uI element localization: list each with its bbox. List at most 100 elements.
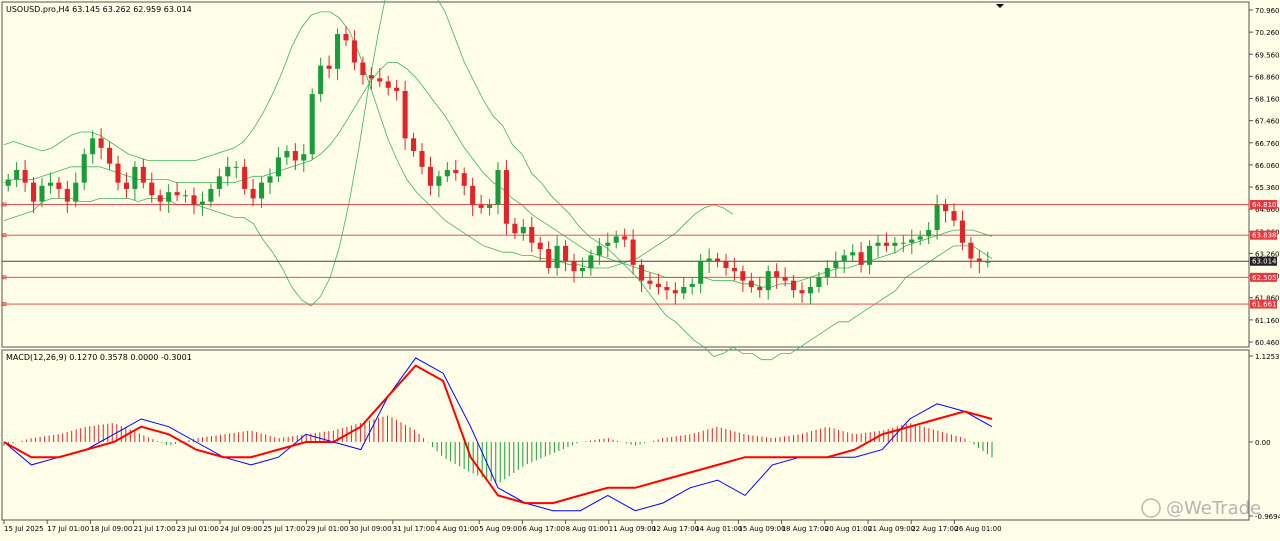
price-tick-label: 65.360 [1255,184,1280,192]
price-tick-label: 66.760 [1255,140,1280,148]
candle-body [157,195,163,202]
macd-y-axis: 1.12530.00-0.9694 [1249,353,1280,521]
time-tick-label: 20 Aug 01:00 [825,525,872,533]
price-tick-label: 61.160 [1255,317,1280,325]
candle-body [453,169,459,174]
candle-body [419,151,425,167]
candle-body [799,290,805,294]
candle-body [774,271,780,278]
candle-body [444,169,450,177]
time-x-axis: 15 Jul 2025 17 Jul 01:00 18 Jul 09:00 21 Ju… [3,520,1002,533]
watermark-text: @WeTrade [1166,498,1261,519]
candle-body [596,245,602,256]
time-tick-label: 11 Aug 09:00 [609,525,656,533]
candle-body [318,65,324,95]
bollinger-upper-band [3,11,734,269]
macd-indicator [3,357,993,512]
candle-body [47,182,53,186]
candle-body [351,40,357,63]
candle-body [867,245,873,265]
candle-body [56,182,62,189]
time-tick-label: 26 Aug 01:00 [954,525,1001,533]
candle-body [926,230,932,237]
horizontal-levels: 64.810 63.838 62.505 61.661 63.014 [2,199,1277,309]
candle-body [655,283,661,287]
candle-body [461,173,467,186]
candle-body [520,226,526,234]
candle-body [841,255,847,262]
candle-body [858,252,864,265]
candle-body [360,62,366,76]
candle-body [689,283,695,287]
price-tick-label: 66.060 [1255,162,1280,170]
candle-body [959,220,965,243]
candle-body [824,268,830,278]
candle-body [368,75,374,79]
candle-body [199,201,205,205]
candle-body [14,169,20,180]
candle-body [900,242,906,244]
candle-body [883,242,889,246]
candle-body [377,78,383,82]
macd-tick-label: 0.00 [1255,439,1271,447]
candle-body [225,166,231,177]
time-tick-label: 31 Jul 17:00 [393,525,435,533]
candle-body [216,176,222,189]
price-y-axis: 70.960 70.260 69.560 68.860 68.160 67.460 66.7… [1249,7,1280,347]
candle-body [292,151,298,161]
candle-body [579,268,585,272]
price-tick-label: 70.260 [1255,29,1280,37]
wetrade-logo-icon [1141,498,1161,518]
candle-body [605,242,611,246]
current-price-label: 63.014 [1252,258,1277,266]
candle-body [630,239,636,265]
candle-body [639,264,645,281]
candle-body [39,185,45,202]
time-tick-label: 21 Aug 09:00 [868,525,915,533]
time-tick-label: 12 Aug 17:00 [652,525,699,533]
candle-body [529,226,535,243]
candle-body [470,185,476,205]
time-tick-label: 18 Jul 09:00 [90,525,132,533]
price-tick-label: 69.560 [1255,51,1280,59]
candle-body [132,166,138,189]
candle-body [326,65,332,69]
time-tick-label: 5 Aug 09:00 [479,525,522,533]
candle-body [107,147,113,164]
candle-body [267,176,273,183]
candle-body [174,192,180,196]
time-tick-label: 6 Aug 17:00 [522,525,565,533]
time-tick-label: 22 Aug 17:00 [911,525,958,533]
price-panel-frame [1,1,1250,348]
candle-body [706,258,712,262]
candle-body [166,192,172,202]
candle-body [98,138,104,148]
candle-body [123,182,129,189]
macd-tick-label: 1.1253 [1255,353,1280,361]
candle-body [73,182,79,202]
symbol-info: USOUSD.pro,H4 63.145 63.262 62.959 63.01… [6,5,192,14]
candle-body [208,188,214,202]
candle-body [698,261,704,284]
candle-body [64,188,70,202]
candle-body [571,261,577,272]
time-tick-label: 29 Jul 01:00 [306,525,348,533]
chart-shift-marker[interactable] [996,4,1004,8]
candle-body [892,242,898,246]
candle-body [664,286,670,291]
candle-body [723,261,729,269]
candle-body [976,258,982,262]
chart-area: USOUSD.pro,H4 63.145 63.262 62.959 63.01… [0,0,1280,537]
candle-body [478,204,484,208]
candle-body [850,252,856,256]
candle-body [833,261,839,269]
candle-body [791,280,797,291]
candle-body [90,138,96,155]
candle-body [748,280,754,287]
candle-body [757,286,763,291]
candle-body [807,286,813,294]
candle-body [259,182,265,199]
candle-body [588,255,594,269]
candle-body [968,242,974,259]
candle-body [242,166,248,189]
